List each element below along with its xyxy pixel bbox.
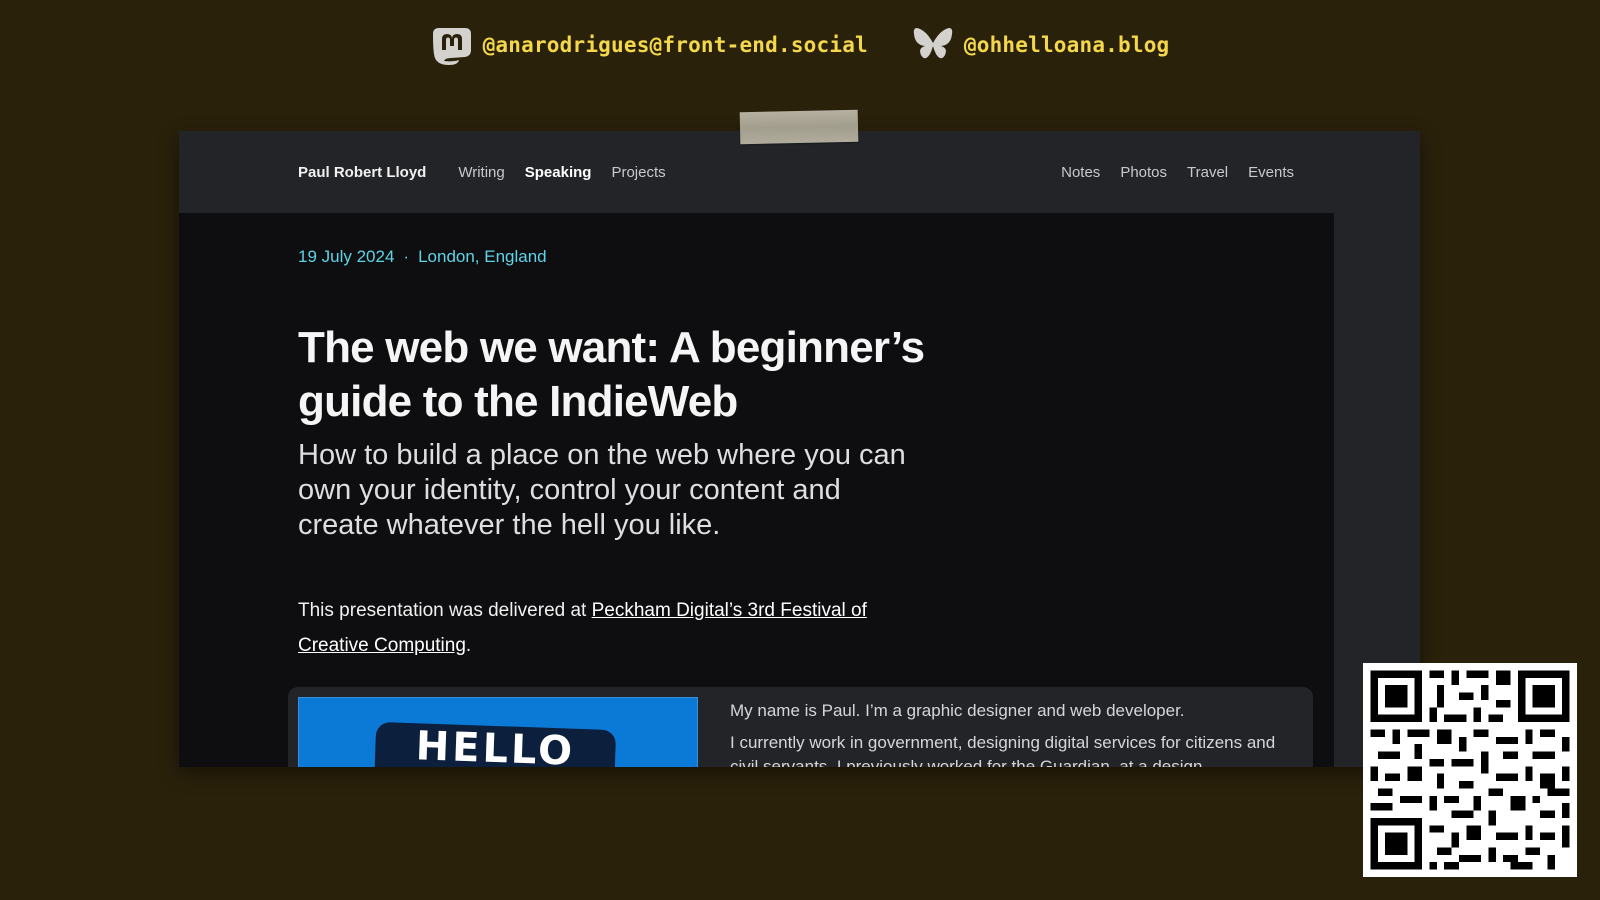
nav-projects[interactable]: Projects — [611, 164, 665, 181]
bluesky-handle-text: @ohhelloana.blog — [963, 33, 1170, 57]
secondary-nav: Notes Photos Travel Events — [1061, 164, 1294, 181]
site-header: Paul Robert Lloyd Writing Speaking Proje… — [179, 131, 1420, 213]
bio-line-2: I currently work in government, designin… — [730, 733, 1276, 767]
bluesky-handle[interactable]: @ohhelloana.blog — [912, 24, 1170, 66]
bio-line-1: My name is Paul. I’m a graphic designer … — [730, 701, 1185, 720]
article-subtitle: How to build a place on the web where yo… — [298, 439, 906, 541]
article-location[interactable]: London, England — [418, 247, 547, 267]
mastodon-handle[interactable]: @anarodrigues@front-end.social — [431, 24, 868, 66]
article-date: 19 July 2024 — [298, 247, 395, 266]
nav-writing[interactable]: Writing — [458, 164, 504, 181]
social-handles: @anarodrigues@front-end.social @ohhelloa… — [0, 24, 1600, 66]
site-name-link[interactable]: Paul Robert Lloyd — [298, 164, 426, 181]
meta-separator: · — [403, 247, 410, 266]
author-bio: My name is Paul. I’m a graphic designer … — [730, 699, 1300, 767]
nav-travel[interactable]: Travel — [1187, 164, 1228, 181]
mastodon-handle-text: @anarodrigues@front-end.social — [482, 33, 868, 57]
article-meta: 19 July 2024 · London, England — [298, 247, 547, 267]
mastodon-icon — [432, 28, 471, 65]
tape-strip — [739, 109, 859, 145]
intro-suffix: . — [465, 635, 472, 656]
hello-badge-image: HELLO — [298, 697, 698, 767]
article-content: 19 July 2024 · London, England The web w… — [179, 213, 1334, 767]
nav-photos[interactable]: Photos — [1120, 164, 1167, 181]
hello-badge-text: HELLO — [414, 723, 576, 767]
about-card: HELLO My name is Paul. I’m a graphic des… — [288, 687, 1313, 767]
nav-speaking[interactable]: Speaking — [525, 164, 592, 181]
qr-code-graphic — [1363, 663, 1577, 877]
article-title: The web we want: A beginner’s guide to t… — [298, 323, 925, 426]
qr-code[interactable] — [1363, 663, 1577, 877]
article-intro: This presentation was delivered at Peckh… — [298, 593, 918, 663]
nav-events[interactable]: Events — [1248, 164, 1294, 181]
hello-badge: HELLO — [373, 721, 617, 767]
website-screenshot: Paul Robert Lloyd Writing Speaking Proje… — [179, 131, 1420, 767]
nav-notes[interactable]: Notes — [1061, 164, 1100, 181]
intro-prefix: This presentation was delivered at — [298, 600, 592, 621]
primary-nav: Writing Speaking Projects — [458, 164, 665, 181]
bluesky-icon — [913, 28, 953, 59]
